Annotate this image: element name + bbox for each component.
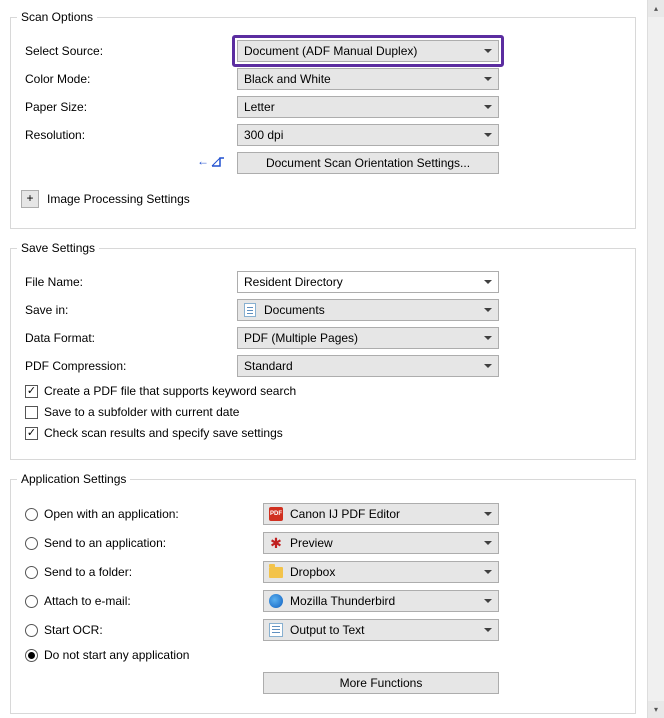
text-output-icon [268,622,284,638]
do-not-start-label: Do not start any application [44,648,189,662]
open-with-app-dropdown[interactable]: PDF Canon IJ PDF Editor [263,503,499,525]
attach-email-label: Attach to e-mail: [44,594,131,608]
application-settings-group: Application Settings Open with an applic… [10,472,636,714]
data-format-value: PDF (Multiple Pages) [244,331,358,345]
more-functions-button[interactable]: More Functions [263,672,499,694]
start-ocr-label: Start OCR: [44,623,103,637]
select-source-highlight: Document (ADF Manual Duplex) [232,35,504,67]
chevron-down-icon [484,334,492,342]
paper-size-label: Paper Size: [21,100,237,114]
resolution-dropdown[interactable]: 300 dpi [237,124,499,146]
chevron-down-icon [484,47,492,55]
attach-email-value: Mozilla Thunderbird [290,594,395,608]
subfolder-date-label: Save to a subfolder with current date [44,405,239,419]
chevron-down-icon [484,131,492,139]
select-source-value: Document (ADF Manual Duplex) [244,44,417,58]
scan-options-group: Scan Options Select Source: Document (AD… [10,10,636,229]
open-with-app-radio[interactable] [25,508,38,521]
scroll-down-button[interactable]: ▾ [648,701,664,718]
thunderbird-app-icon [268,593,284,609]
send-to-app-dropdown[interactable]: ✱ Preview [263,532,499,554]
file-name-label: File Name: [21,275,237,289]
pdf-compression-value: Standard [244,359,293,373]
color-mode-dropdown[interactable]: Black and White [237,68,499,90]
chevron-down-icon [484,568,492,576]
send-to-app-radio[interactable] [25,537,38,550]
subfolder-date-checkbox[interactable] [25,406,38,419]
chevron-down-icon [484,626,492,634]
chevron-down-icon [484,510,492,518]
start-ocr-radio[interactable] [25,624,38,637]
paper-size-value: Letter [244,100,275,114]
save-in-dropdown[interactable]: Documents [237,299,499,321]
open-with-app-value: Canon IJ PDF Editor [290,507,400,521]
select-source-label: Select Source: [21,44,237,58]
rotate-orientation-icon [207,153,229,173]
send-to-folder-radio[interactable] [25,566,38,579]
chevron-down-icon [484,362,492,370]
check-results-checkbox[interactable] [25,427,38,440]
application-settings-legend: Application Settings [17,472,130,486]
file-name-value: Resident Directory [244,275,343,289]
scan-options-legend: Scan Options [17,10,97,24]
main-scroll-area[interactable]: Scan Options Select Source: Document (AD… [0,0,646,718]
color-mode-value: Black and White [244,72,331,86]
resolution-label: Resolution: [21,128,237,142]
expand-image-processing-button[interactable]: + [21,190,39,208]
folder-icon [268,564,284,580]
check-results-label: Check scan results and specify save sett… [44,426,283,440]
keyword-search-label: Create a PDF file that supports keyword … [44,384,296,398]
send-to-folder-label: Send to a folder: [44,565,132,579]
select-source-dropdown[interactable]: Document (ADF Manual Duplex) [237,40,499,62]
chevron-down-icon [484,306,492,314]
chevron-down-icon [484,597,492,605]
color-mode-label: Color Mode: [21,72,237,86]
file-name-input[interactable]: Resident Directory [237,271,499,293]
scroll-up-button[interactable]: ▴ [648,0,664,17]
data-format-dropdown[interactable]: PDF (Multiple Pages) [237,327,499,349]
save-settings-group: Save Settings File Name: Resident Direct… [10,241,636,460]
chevron-down-icon [484,75,492,83]
send-to-app-value: Preview [290,536,333,550]
send-to-folder-dropdown[interactable]: Dropbox [263,561,499,583]
resolution-value: 300 dpi [244,128,283,142]
documents-folder-icon [242,302,258,318]
save-settings-legend: Save Settings [17,241,99,255]
outer-vertical-scrollbar[interactable]: ▴ ▾ [647,0,664,718]
save-in-label: Save in: [21,303,237,317]
save-in-value: Documents [264,303,325,317]
attach-email-radio[interactable] [25,595,38,608]
image-processing-label: Image Processing Settings [47,192,190,206]
send-to-folder-value: Dropbox [290,565,335,579]
data-format-label: Data Format: [21,331,237,345]
attach-email-dropdown[interactable]: Mozilla Thunderbird [263,590,499,612]
pdf-compression-dropdown[interactable]: Standard [237,355,499,377]
keyword-search-checkbox[interactable] [25,385,38,398]
orientation-settings-button[interactable]: Document Scan Orientation Settings... [237,152,499,174]
paper-size-dropdown[interactable]: Letter [237,96,499,118]
pdf-compression-label: PDF Compression: [21,359,237,373]
start-ocr-value: Output to Text [290,623,365,637]
chevron-down-icon [484,103,492,111]
do-not-start-radio[interactable] [25,649,38,662]
start-ocr-dropdown[interactable]: Output to Text [263,619,499,641]
pdf-app-icon: PDF [268,506,284,522]
chevron-down-icon [484,539,492,547]
chevron-down-icon [484,280,492,284]
send-to-app-label: Send to an application: [44,536,166,550]
preview-app-icon: ✱ [268,535,284,551]
open-with-app-label: Open with an application: [44,507,179,521]
